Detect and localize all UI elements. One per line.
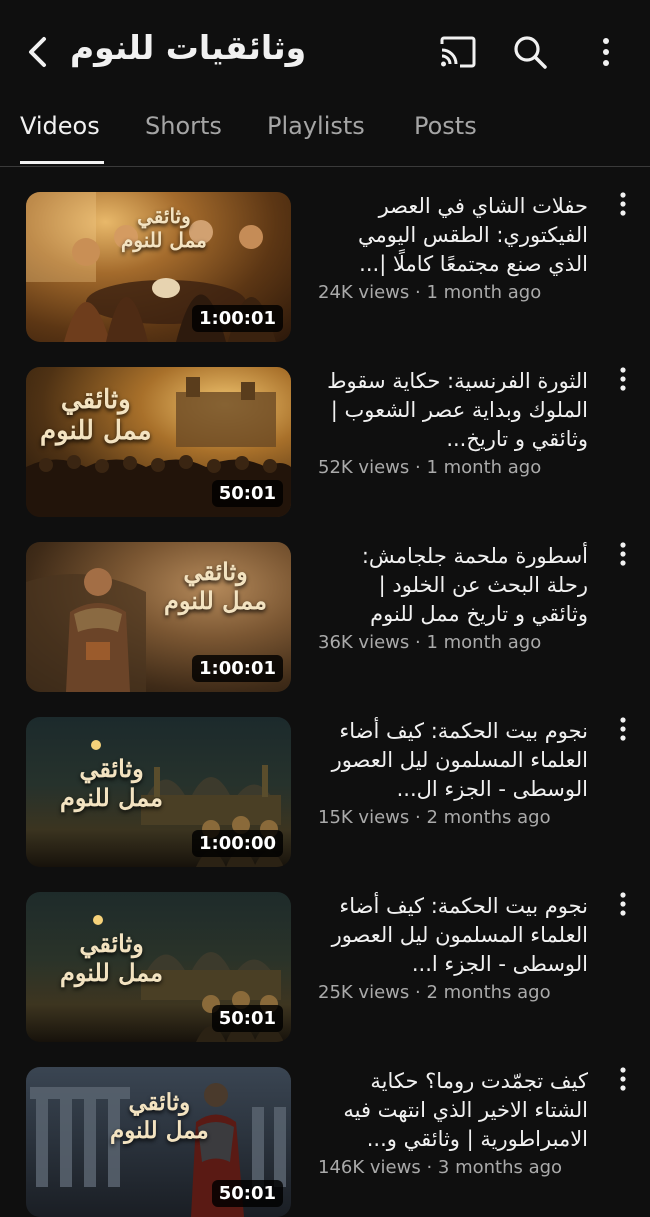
video-more-button[interactable] (608, 717, 638, 747)
thumbnail-caption-line: وثائقي (137, 204, 191, 228)
video-more-button[interactable] (608, 1067, 638, 1097)
thumbnail-caption-line: ممل للنوم (40, 416, 152, 447)
tab-videos[interactable]: Videos (20, 112, 100, 140)
thumbnail-caption-line: ممل للنوم (164, 585, 268, 615)
video-title[interactable]: حفلات الشاي في العصر الفيكتوري: الطقس ال… (316, 192, 588, 279)
more-vertical-icon (603, 38, 609, 66)
video-thumbnail[interactable]: وثائقي ممل للنوم 1:00:00 (26, 717, 291, 867)
video-title[interactable]: كيف تجمّدت روما؟ حكاية الشتاء الاخير الذ… (316, 1067, 588, 1154)
duration-badge: 50:01 (211, 1180, 283, 1207)
video-more-button[interactable] (608, 192, 638, 222)
video-meta: 24K views · 1 month ago (318, 282, 542, 303)
video-more-button[interactable] (608, 542, 638, 572)
more-vertical-icon (620, 192, 626, 216)
upload-age: 2 months ago (426, 982, 551, 1003)
video-title[interactable]: أسطورة ملحمة جلجامش: رحلة البحث عن الخلو… (316, 542, 588, 629)
thumbnail-caption-line: وثائقي (183, 557, 248, 586)
thumbnail-caption: وثائقي ممل للنوم (110, 1089, 209, 1144)
tab-playlists[interactable]: Playlists (267, 112, 365, 140)
thumbnail-caption-line: ممل للنوم (121, 228, 207, 252)
video-thumbnail[interactable]: وثائقي ممل للنوم 1:00:01 (26, 192, 291, 342)
video-thumbnail[interactable]: وثائقي ممل للنوم 50:01 (26, 367, 291, 517)
back-button[interactable] (18, 30, 58, 74)
upload-age: 3 months ago (437, 1157, 563, 1178)
search-icon (514, 36, 547, 69)
more-vertical-icon (620, 717, 626, 741)
view-count: 36K views (318, 632, 410, 653)
thumbnail-caption-line: وثائقي (79, 754, 144, 783)
view-count: 15K views (318, 807, 410, 828)
duration-badge: 1:00:00 (191, 830, 283, 857)
cast-icon (440, 36, 476, 68)
video-item[interactable]: وثائقي ممل للنوم 1:00:00 نجوم بيت الحكمة… (0, 695, 650, 867)
video-item[interactable]: وثائقي ممل للنوم 50:01 كيف تجمّدت روما؟ … (0, 1045, 650, 1217)
video-title[interactable]: الثورة الفرنسية: حكاية سقوط الملوك وبداي… (316, 367, 588, 454)
channel-title: وثائقيات للنوم (70, 28, 307, 67)
view-count: 24K views (318, 282, 410, 303)
upload-age: 1 month ago (426, 282, 542, 303)
more-vertical-icon (620, 367, 626, 391)
video-item[interactable]: وثائقي ممل للنوم 50:01 الثورة الفرنسية: … (0, 345, 650, 517)
app-header: وثائقيات للنوم (0, 0, 650, 100)
cast-button[interactable] (436, 30, 480, 74)
video-meta: 36K views · 1 month ago (318, 632, 542, 653)
more-vertical-icon (620, 542, 626, 566)
video-meta: 25K views · 2 months ago (318, 982, 551, 1003)
duration-badge: 50:01 (211, 1005, 283, 1032)
video-meta: 15K views · 2 months ago (318, 807, 551, 828)
view-count: 25K views (318, 982, 410, 1003)
thumbnail-caption-line: ممل للنوم (110, 1116, 209, 1144)
thumbnail-caption: وثائقي ممل للنوم (40, 385, 152, 447)
more-vertical-icon (620, 1067, 626, 1091)
thumbnail-caption: وثائقي ممل للنوم (121, 204, 207, 252)
video-meta: 52K views · 1 month ago (318, 457, 542, 478)
video-item[interactable]: وثائقي ممل للنوم 50:01 نجوم بيت الحكمة: … (0, 870, 650, 1042)
thumbnail-caption-line: ممل للنوم (60, 782, 164, 812)
active-tab-indicator (20, 161, 104, 164)
more-vertical-icon (620, 892, 626, 916)
video-thumbnail[interactable]: وثائقي ممل للنوم 50:01 (26, 1067, 291, 1217)
more-options-button[interactable] (584, 30, 628, 74)
video-title[interactable]: نجوم بيت الحكمة: كيف أضاء العلماء المسلم… (316, 892, 588, 979)
thumbnail-caption-line: وثائقي (79, 929, 144, 958)
video-meta: 146K views · 3 months ago (318, 1157, 563, 1178)
thumbnail-caption-line: وثائقي (60, 385, 131, 415)
view-count: 52K views (318, 457, 410, 478)
video-item[interactable]: وثائقي ممل للنوم 1:00:01 حفلات الشاي في … (0, 170, 650, 342)
duration-badge: 1:00:01 (191, 655, 283, 682)
video-more-button[interactable] (608, 367, 638, 397)
tab-shorts[interactable]: Shorts (145, 112, 222, 140)
upload-age: 1 month ago (426, 457, 542, 478)
thumbnail-caption: وثائقي ممل للنوم (60, 754, 164, 813)
upload-age: 1 month ago (426, 632, 542, 653)
video-item[interactable]: وثائقي ممل للنوم 1:00:01 أسطورة ملحمة جل… (0, 520, 650, 692)
search-button[interactable] (508, 30, 552, 74)
tab-posts[interactable]: Posts (414, 112, 477, 140)
thumbnail-caption: وثائقي ممل للنوم (60, 929, 164, 988)
channel-tabs: Videos Shorts Playlists Posts (0, 100, 650, 167)
thumbnail-caption-line: وثائقي (128, 1089, 191, 1116)
video-thumbnail[interactable]: وثائقي ممل للنوم 1:00:01 (26, 542, 291, 692)
video-more-button[interactable] (608, 892, 638, 922)
thumbnail-caption-line: ممل للنوم (60, 957, 164, 987)
duration-badge: 1:00:01 (191, 305, 283, 332)
view-count: 146K views (318, 1157, 421, 1178)
video-thumbnail[interactable]: وثائقي ممل للنوم 50:01 (26, 892, 291, 1042)
video-title[interactable]: نجوم بيت الحكمة: كيف أضاء العلماء المسلم… (316, 717, 588, 804)
thumbnail-caption: وثائقي ممل للنوم (164, 557, 268, 616)
duration-badge: 50:01 (211, 480, 283, 507)
upload-age: 2 months ago (426, 807, 551, 828)
back-arrow-icon (29, 37, 46, 67)
